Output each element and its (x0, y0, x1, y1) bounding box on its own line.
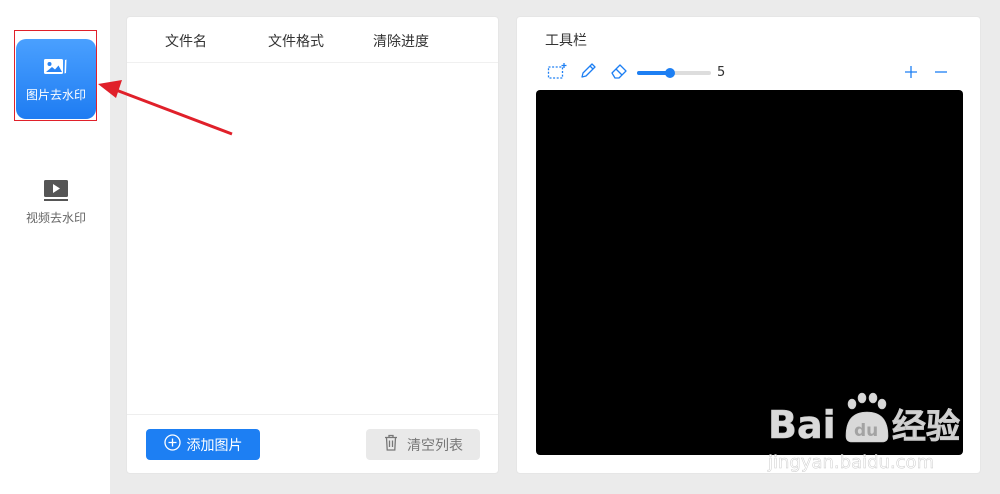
editor-panel: 工具栏 5 (516, 16, 981, 474)
zoom-out-button[interactable] (931, 63, 951, 83)
file-list-footer: 添加图片 清空列表 (127, 414, 498, 473)
zoom-in-button[interactable] (901, 63, 921, 83)
column-header-progress[interactable]: 清除进度 (373, 31, 429, 51)
add-image-label: 添加图片 (186, 437, 243, 454)
plus-circle-icon (163, 434, 187, 455)
file-list-panel: 文件名 文件格式 清除进度 添加图片 清空列表 (126, 16, 499, 474)
eraser-tool[interactable] (609, 63, 629, 83)
add-image-button[interactable]: 添加图片 (146, 429, 260, 460)
brush-size-value: 5 (717, 65, 726, 80)
column-header-filename[interactable]: 文件名 (165, 31, 207, 51)
trash-icon (383, 434, 407, 455)
nav-video-watermark[interactable]: 视频去水印 (10, 172, 102, 232)
nav-video-watermark-label: 视频去水印 (25, 210, 86, 225)
toolbar-title: 工具栏 (545, 33, 587, 49)
column-header-format[interactable]: 文件格式 (268, 31, 324, 51)
rect-select-icon (547, 62, 567, 84)
rect-select-tool[interactable] (547, 63, 567, 83)
pencil-tool[interactable] (578, 63, 598, 83)
zoom-out-icon (934, 64, 948, 83)
image-icon (43, 56, 69, 82)
clear-list-label: 清空列表 (407, 437, 463, 454)
image-canvas[interactable] (536, 90, 963, 455)
file-table-body (127, 63, 498, 415)
video-play-icon (43, 179, 69, 205)
clear-list-button[interactable]: 清空列表 (366, 429, 480, 460)
nav-image-watermark-label: 图片去水印 (25, 87, 86, 102)
zoom-in-icon (904, 64, 918, 83)
nav-image-watermark[interactable]: 图片去水印 (16, 39, 96, 119)
pencil-icon (579, 62, 597, 84)
eraser-icon (610, 62, 628, 84)
sidebar: 图片去水印 视频去水印 (0, 0, 110, 494)
brush-size-slider[interactable] (637, 68, 711, 78)
file-table-header: 文件名 文件格式 清除进度 (127, 17, 498, 63)
brush-size-slider-thumb[interactable] (665, 68, 676, 78)
